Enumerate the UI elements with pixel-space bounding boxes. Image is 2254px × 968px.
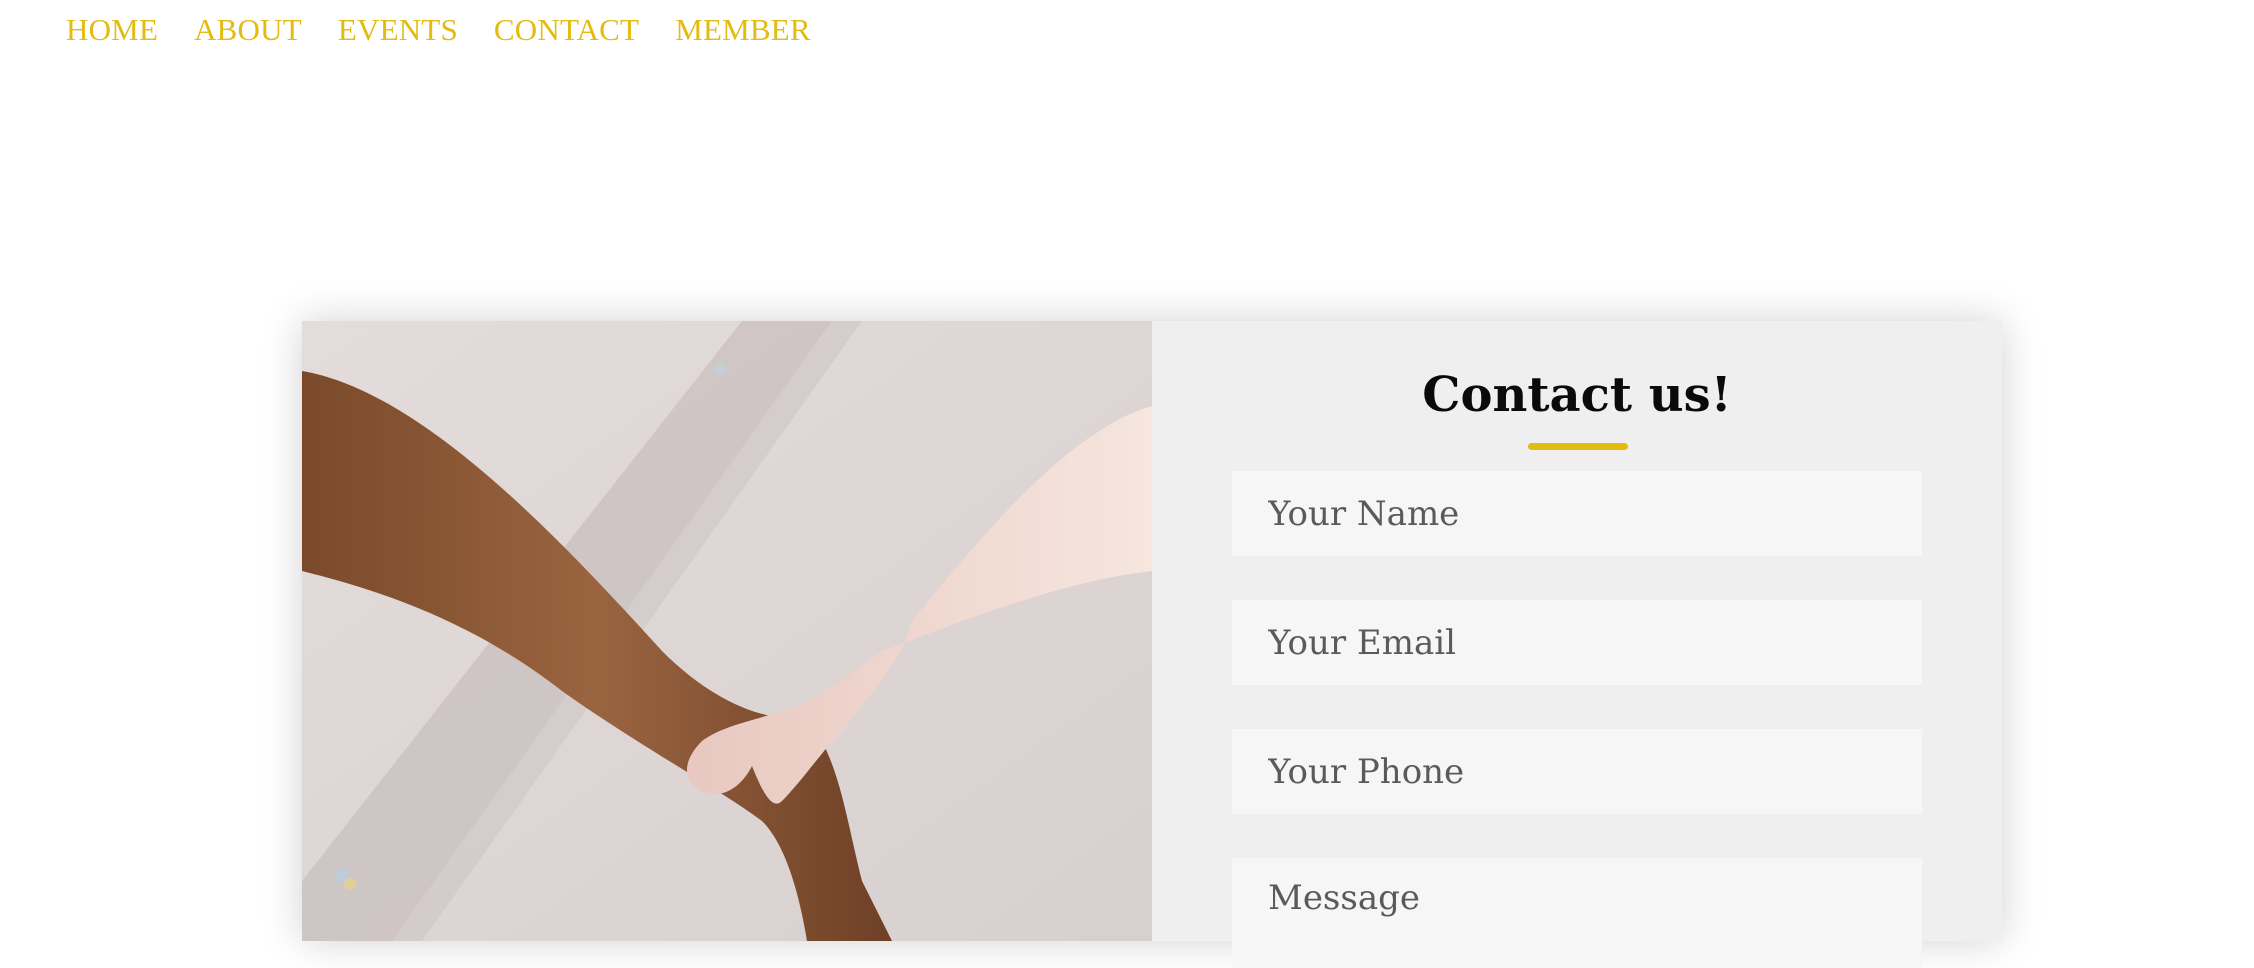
nav-about-link[interactable]: ABOUT <box>194 12 302 48</box>
hands-photo <box>302 321 1152 941</box>
main-nav: HOME ABOUT EVENTS CONTACT MEMBER <box>66 0 811 60</box>
contact-form-panel: Contact us! <box>1152 321 2002 968</box>
nav-member-link[interactable]: MEMBER <box>675 12 811 48</box>
name-field[interactable] <box>1232 471 1922 556</box>
nav-home-link[interactable]: HOME <box>66 12 158 48</box>
nav-events-link[interactable]: EVENTS <box>338 12 458 48</box>
contact-card: Contact us! <box>302 321 2002 968</box>
nav-contact-link[interactable]: CONTACT <box>494 12 639 48</box>
title-underline <box>1528 443 1628 450</box>
message-field[interactable] <box>1232 858 1922 968</box>
phone-field[interactable] <box>1232 729 1922 814</box>
hands-illustration <box>302 321 1152 941</box>
email-field[interactable] <box>1232 600 1922 685</box>
contact-title: Contact us! <box>1422 367 1732 423</box>
